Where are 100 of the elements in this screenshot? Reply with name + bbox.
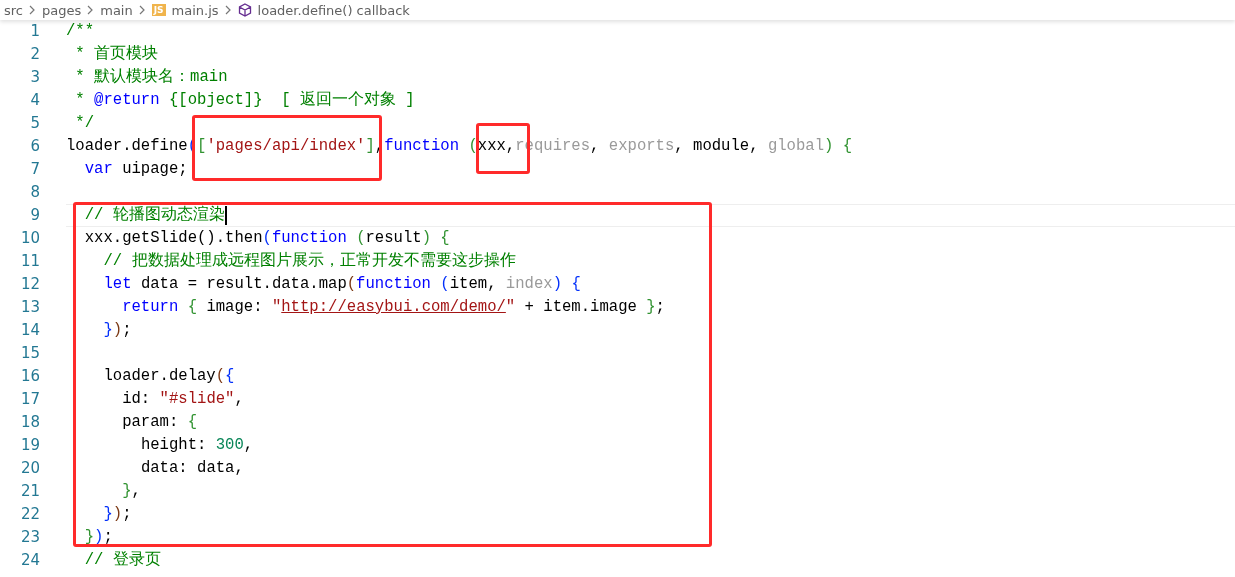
code-token: { [187,412,198,433]
code-token: 300 [215,435,244,456]
code-token: , [234,389,244,410]
line-number: 23 [19,527,40,548]
code-token: + item.image [524,297,638,318]
code-token: function [356,274,431,295]
code-token: { [571,274,581,295]
line-number: 6 [29,136,40,157]
code-token: [ [197,136,207,157]
line-number: 24 [19,550,40,571]
code-token: , [590,136,601,157]
code-token: ; [103,527,113,548]
cube-icon [237,3,252,17]
breadcrumb-item[interactable]: pages [42,2,82,18]
code-token: } [103,320,113,341]
code-token: let [103,274,132,295]
code-token: { [440,228,450,249]
code-token: , [131,481,141,502]
code-token: exports [608,136,675,157]
code-token: " [271,297,282,318]
code-token: param: [122,412,180,433]
code-token: " [505,297,516,318]
code-token: /** [66,21,95,42]
code-token: ) [824,136,834,157]
breadcrumb-item[interactable]: src [4,2,23,18]
line-number: 14 [19,320,40,341]
code-token: function [271,228,347,249]
code-token: ; [122,504,132,525]
chevron-icon [138,5,146,15]
line-number: 2 [29,44,40,65]
code-token: ) [112,504,123,525]
code-token: id: [122,389,152,410]
code-token: return [122,297,179,318]
code-token: ) [552,274,562,295]
code-token: var [84,159,113,180]
code-token: height: [140,435,208,456]
code-token: ( [356,228,366,249]
code-token: } [84,527,95,548]
code-token: ) [421,228,431,249]
code-token: * [75,90,86,111]
code-token: * 首页模块 [75,44,159,65]
code-token: { [187,297,198,318]
code-token: result [365,228,422,249]
chevron-icon [87,5,95,15]
code-token: ( [262,228,272,249]
line-number: 8 [29,182,40,203]
code-token: , module, [674,136,760,157]
line-number: 16 [19,366,40,387]
code-token: ) [94,527,104,548]
line-number: 3 [29,67,40,88]
line-number: 10 [19,228,40,249]
code-token: ( [215,366,226,387]
line-number: 9 [29,205,40,226]
code-token: // 登录页 [84,550,161,571]
code-token: global [767,136,825,157]
breadcrumb-item[interactable]: main.js [171,2,219,18]
code-token: ) [112,320,123,341]
line-number: 1 [29,21,40,42]
line-number: 19 [19,435,40,456]
code-token: , [243,435,254,456]
line-number: 18 [19,412,40,433]
line-number: 7 [29,159,40,180]
code-token: data: data, [140,458,244,479]
code-token: * 默认模块名：main [75,67,228,88]
file-type-badge: JS [151,4,166,16]
code-token: { [225,366,235,387]
line-number: 17 [19,389,40,410]
breadcrumb-item[interactable]: main [100,2,133,18]
line-number: 20 [19,458,40,479]
code-token: ( [468,136,478,157]
code-token: } [646,297,656,318]
code-token: ; [655,297,665,318]
text-cursor [224,206,227,225]
code-token: ] [365,136,375,157]
code-token: 'pages/api/index' [206,136,366,157]
line-number: 15 [19,343,40,364]
code-token: image: [206,297,264,318]
code-token: } [122,481,132,502]
code-token: "#slide" [159,389,235,410]
line-number: 4 [29,90,40,111]
code-token: { [842,136,853,157]
line-number: 12 [19,274,40,295]
code-token: */ [75,113,95,134]
line-number: 11 [19,251,40,272]
code-token: {[object]} [ 返回一个对象 ] [168,90,415,111]
code-token: loader.define [66,136,188,157]
code-token: data = result.data.map [140,274,347,295]
code-token: uipage; [122,159,188,180]
code-link[interactable]: http://easybui.com/demo/ [281,296,506,319]
chevron-icon [29,5,36,15]
code-token: ( [346,274,357,295]
line-number: 5 [29,113,40,134]
breadcrumb-item[interactable]: loader.define() callback [257,2,410,18]
code-token: // 轮播图动态渲染 [84,205,225,226]
code-token: } [103,504,113,525]
code-token: ( [440,274,450,295]
code-token: loader.delay [103,366,216,387]
code-token: function [384,136,460,157]
line-number: 21 [19,481,40,502]
code-token: // 把数据处理成远程图片展示，正常开发不需要这步操作 [103,250,516,272]
